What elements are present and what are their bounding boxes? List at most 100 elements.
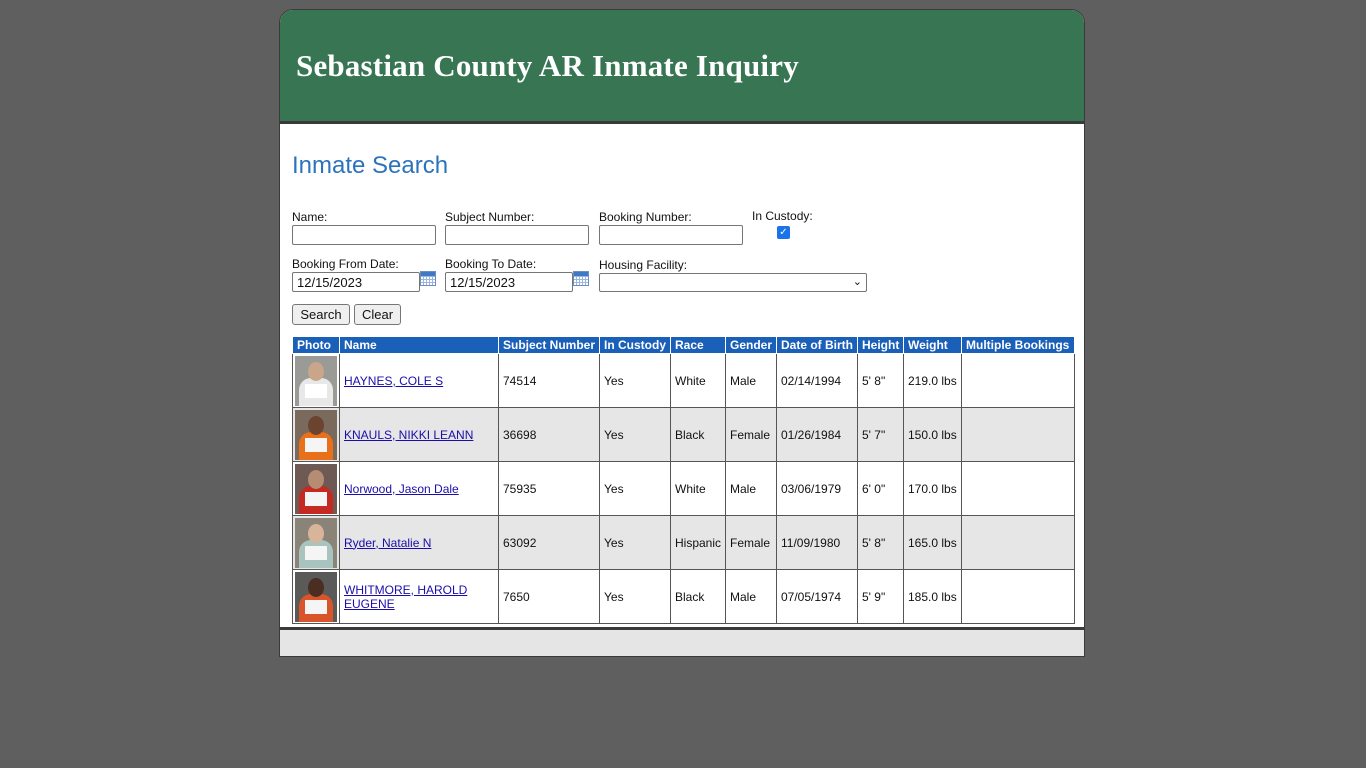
booking-number-label: Booking Number: [599,210,692,224]
weight-cell: 165.0 lbs [903,515,962,570]
column-header-photo: Photo [292,336,340,354]
column-header-subject-number[interactable]: Subject Number [498,336,600,354]
multiple-bookings-cell [961,515,1075,570]
results-table: Photo Name Subject Number In Custody Rac… [292,336,1075,624]
date-of-birth-cell: 07/05/1974 [776,569,858,624]
weight-cell: 150.0 lbs [903,407,962,462]
multiple-bookings-cell [961,461,1075,516]
column-header-in-custody[interactable]: In Custody [599,336,671,354]
name-label: Name: [292,210,328,224]
column-header-weight[interactable]: Weight [903,336,962,354]
photo-cell[interactable] [292,407,340,462]
in-custody-label: In Custody: [752,209,813,223]
inmate-photo[interactable] [295,409,337,460]
height-cell: 6' 0" [857,461,904,516]
inmate-name-link[interactable]: Norwood, Jason Dale [344,482,459,496]
inmate-photo[interactable] [295,517,337,568]
name-cell[interactable]: Ryder, Natalie N [339,515,499,570]
photo-cell[interactable] [292,569,340,624]
in-custody-cell: Yes [599,461,671,516]
subject-number-label: Subject Number: [445,210,535,224]
search-button[interactable]: Search [292,304,350,325]
calendar-icon[interactable] [420,271,436,286]
name-cell[interactable]: HAYNES, COLE S [339,353,499,408]
table-row: Norwood, Jason Dale 75935 Yes White Male… [292,461,1075,516]
housing-facility-label: Housing Facility: [599,258,688,272]
housing-facility-select[interactable]: ⌄ [599,273,867,292]
race-cell: Black [670,407,726,462]
subject-number-cell: 75935 [498,461,600,516]
race-cell: Black [670,569,726,624]
in-custody-cell: Yes [599,515,671,570]
weight-cell: 219.0 lbs [903,353,962,408]
booking-to-date-label: Booking To Date: [445,257,537,271]
booking-to-date-input[interactable] [445,272,573,292]
inmate-name-link[interactable]: Ryder, Natalie N [344,536,431,550]
date-of-birth-cell: 02/14/1994 [776,353,858,408]
gender-cell: Female [725,407,777,462]
gender-cell: Male [725,353,777,408]
race-cell: White [670,461,726,516]
column-header-date-of-birth[interactable]: Date of Birth [776,336,858,354]
inmate-name-link[interactable]: KNAULS, NIKKI LEANN [344,428,473,442]
column-header-gender[interactable]: Gender [725,336,777,354]
search-panel: Inmate Search Name: Subject Number: Book… [280,124,1084,632]
subject-number-cell: 74514 [498,353,600,408]
photo-cell[interactable] [292,515,340,570]
booking-from-date-label: Booking From Date: [292,257,399,271]
inmate-photo[interactable] [295,463,337,514]
header-banner: Sebastian County AR Inmate Inquiry [280,10,1084,124]
date-of-birth-cell: 03/06/1979 [776,461,858,516]
subject-number-cell: 7650 [498,569,600,624]
gender-cell: Female [725,515,777,570]
inmate-name-link[interactable]: WHITMORE, HAROLD EUGENE [344,583,467,611]
name-cell[interactable]: Norwood, Jason Dale [339,461,499,516]
height-cell: 5' 8" [857,353,904,408]
column-header-race[interactable]: Race [670,336,726,354]
booking-number-input[interactable] [599,225,743,245]
weight-cell: 185.0 lbs [903,569,962,624]
in-custody-cell: Yes [599,407,671,462]
date-of-birth-cell: 11/09/1980 [776,515,858,570]
subject-number-cell: 63092 [498,515,600,570]
in-custody-cell: Yes [599,569,671,624]
inmate-photo[interactable] [295,571,337,622]
multiple-bookings-cell [961,353,1075,408]
inmate-photo[interactable] [295,355,337,406]
column-header-name[interactable]: Name [339,336,499,354]
race-cell: Hispanic [670,515,726,570]
gender-cell: Male [725,461,777,516]
booking-from-date-input[interactable] [292,272,420,292]
height-cell: 5' 8" [857,515,904,570]
chevron-down-icon: ⌄ [852,276,862,288]
name-cell[interactable]: KNAULS, NIKKI LEANN [339,407,499,462]
height-cell: 5' 9" [857,569,904,624]
photo-cell[interactable] [292,353,340,408]
in-custody-checkbox[interactable]: ✓ [777,226,790,239]
inmate-name-link[interactable]: HAYNES, COLE S [344,374,443,388]
height-cell: 5' 7" [857,407,904,462]
table-row: KNAULS, NIKKI LEANN 36698 Yes Black Fema… [292,407,1075,462]
table-row: WHITMORE, HAROLD EUGENE 7650 Yes Black M… [292,569,1075,624]
page-title: Sebastian County AR Inmate Inquiry [296,48,799,83]
subject-number-cell: 36698 [498,407,600,462]
photo-cell[interactable] [292,461,340,516]
subject-number-input[interactable] [445,225,589,245]
clear-button[interactable]: Clear [354,304,401,325]
weight-cell: 170.0 lbs [903,461,962,516]
race-cell: White [670,353,726,408]
column-header-height[interactable]: Height [857,336,904,354]
table-row: Ryder, Natalie N 63092 Yes Hispanic Fema… [292,515,1075,570]
calendar-icon[interactable] [573,271,589,286]
column-header-multiple-bookings[interactable]: Multiple Bookings [961,336,1075,354]
multiple-bookings-cell [961,569,1075,624]
name-cell[interactable]: WHITMORE, HAROLD EUGENE [339,569,499,624]
name-input[interactable] [292,225,436,245]
page-container: Sebastian County AR Inmate Inquiry Inmat… [279,9,1085,657]
search-heading: Inmate Search [292,152,449,179]
multiple-bookings-cell [961,407,1075,462]
table-row: HAYNES, COLE S 74514 Yes White Male 02/1… [292,353,1075,408]
table-header-row: Photo Name Subject Number In Custody Rac… [292,336,1075,354]
date-of-birth-cell: 01/26/1984 [776,407,858,462]
gender-cell: Male [725,569,777,624]
